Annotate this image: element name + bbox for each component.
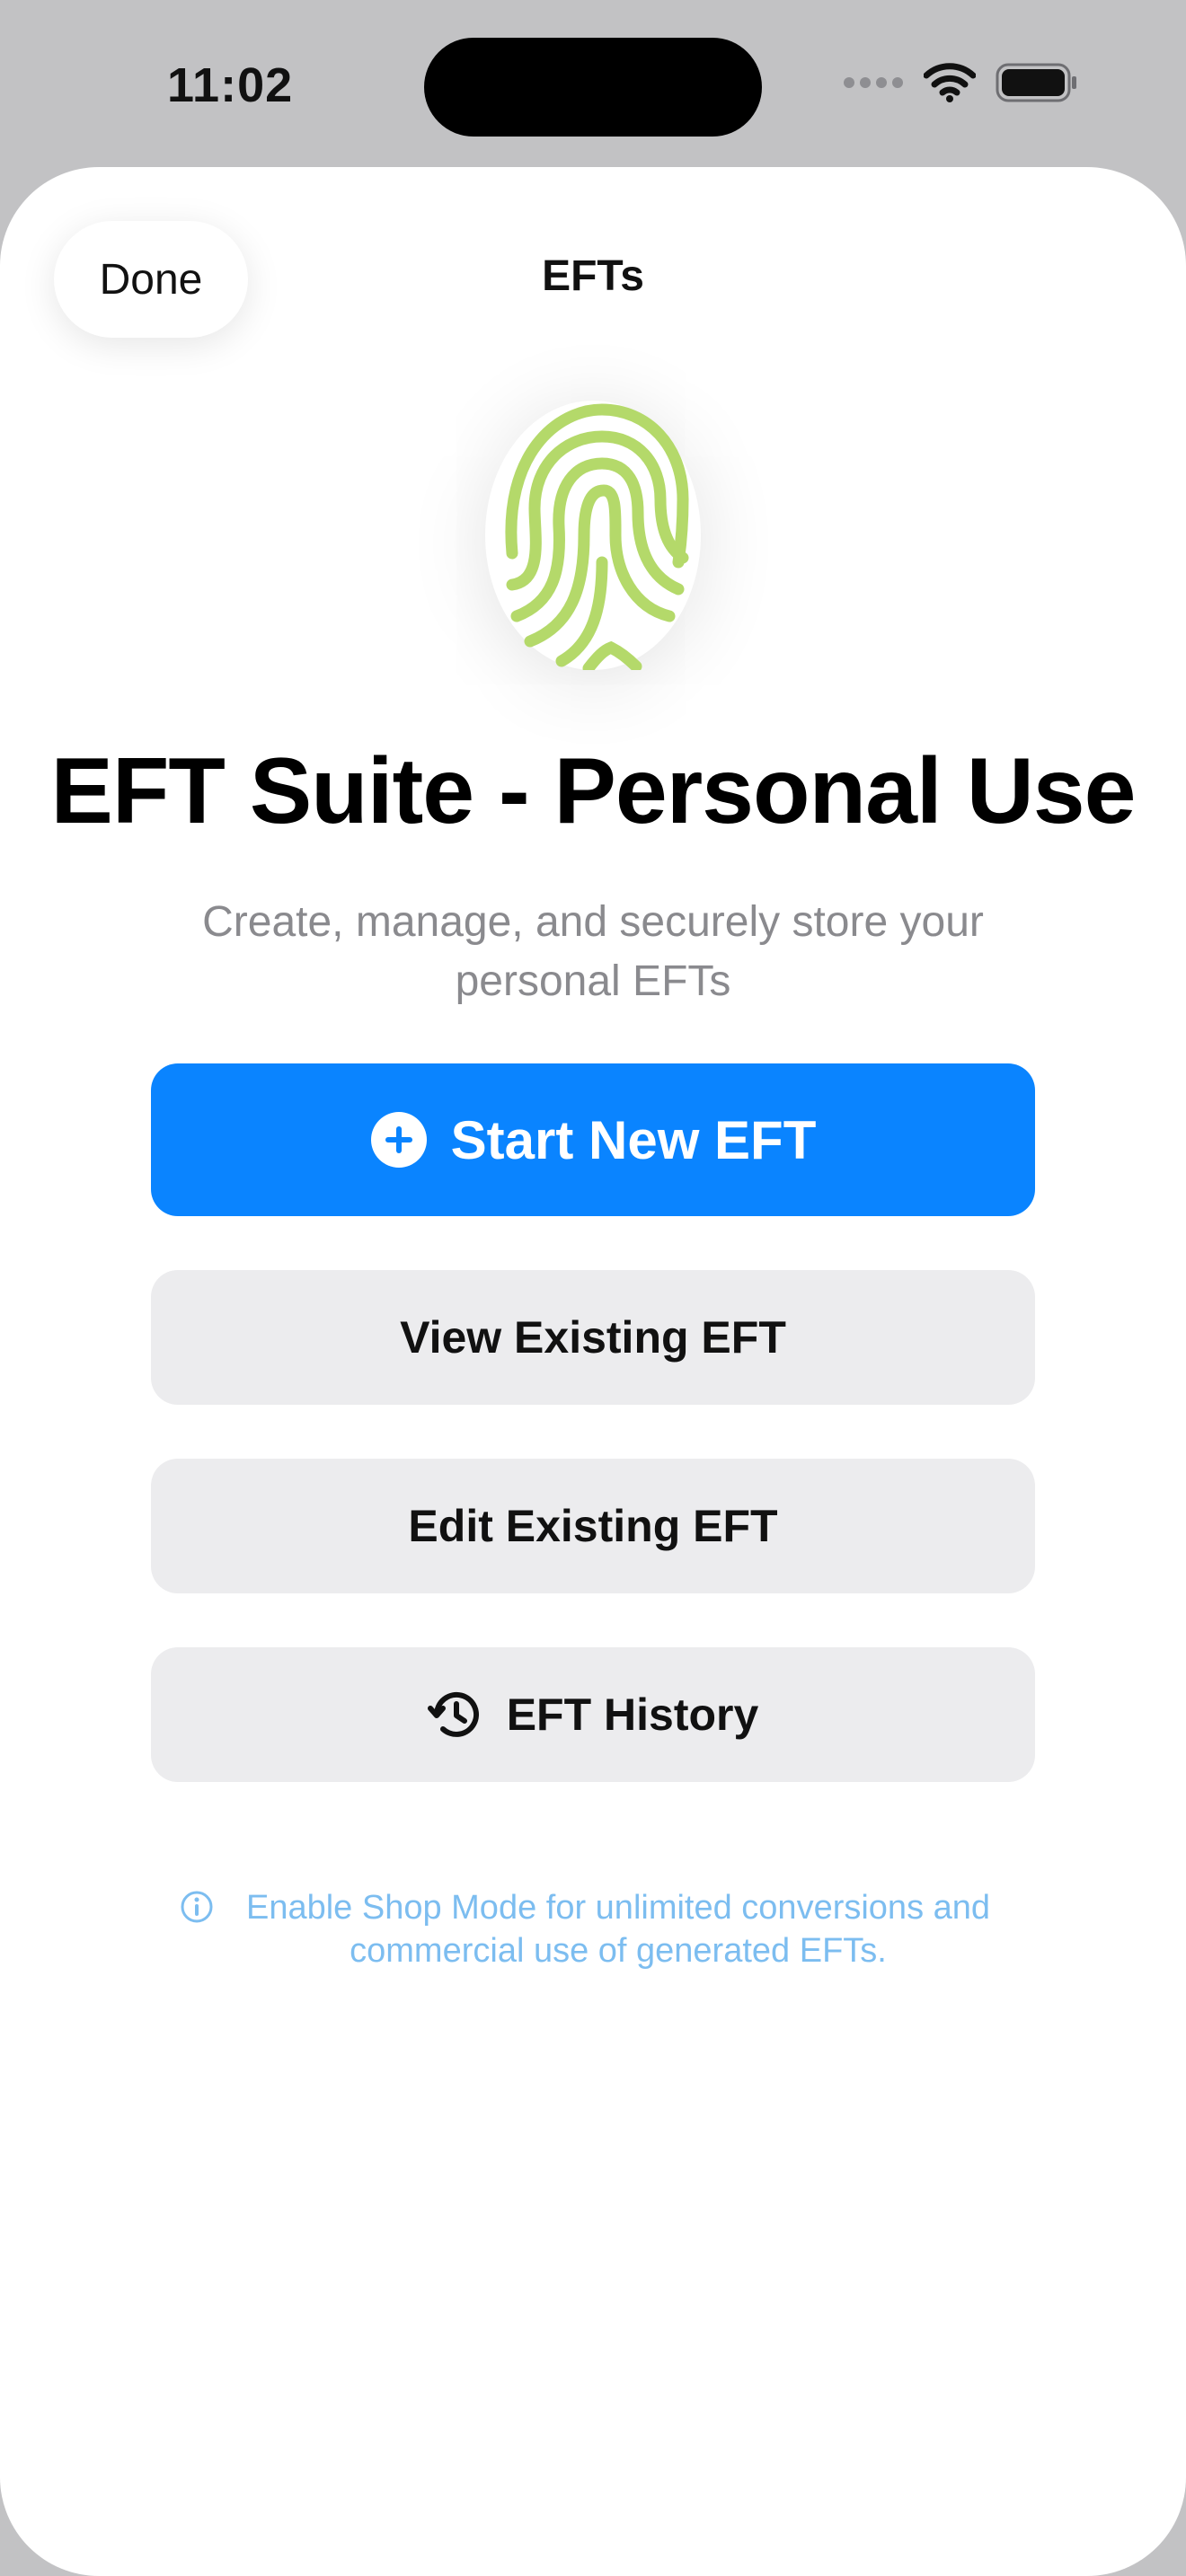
- cellular-dots-icon: [843, 76, 904, 93]
- view-existing-eft-label: View Existing EFT: [400, 1312, 786, 1363]
- start-new-eft-button[interactable]: Start New EFT: [151, 1063, 1035, 1216]
- eft-history-label: EFT History: [506, 1689, 759, 1740]
- battery-icon: [996, 63, 1078, 107]
- status-time: 11:02: [167, 58, 294, 112]
- plus-circle-icon: [370, 1112, 427, 1168]
- dynamic-island: [424, 38, 762, 137]
- view-existing-eft-button[interactable]: View Existing EFT: [151, 1270, 1035, 1405]
- nav-title: EFTs: [542, 252, 644, 300]
- history-clock-icon: [427, 1691, 479, 1737]
- headline: EFT Suite - Personal Use: [50, 739, 1137, 843]
- edit-existing-eft-button[interactable]: Edit Existing EFT: [151, 1459, 1035, 1593]
- subtitle: Create, manage, and securely store your …: [202, 898, 984, 1005]
- status-icons: [843, 63, 1078, 107]
- shop-mode-info-text: Enable Shop Mode for unlimited conversio…: [245, 1889, 991, 1970]
- start-new-eft-label: Start New EFT: [450, 1109, 817, 1170]
- app-logo: [467, 383, 719, 688]
- status-bar: 11:02: [0, 0, 1186, 167]
- shop-mode-info: Enable Shop Mode for unlimited conversio…: [180, 1886, 1006, 1972]
- edit-existing-eft-label: Edit Existing EFT: [408, 1501, 778, 1551]
- wifi-icon: [923, 63, 977, 107]
- info-circle-icon: [181, 1891, 213, 1923]
- fingerprint-icon: [505, 403, 689, 670]
- modal-sheet: Done EFTs EFT Suite - Personal Use Creat…: [0, 167, 1186, 2576]
- eft-history-button[interactable]: EFT History: [151, 1647, 1035, 1782]
